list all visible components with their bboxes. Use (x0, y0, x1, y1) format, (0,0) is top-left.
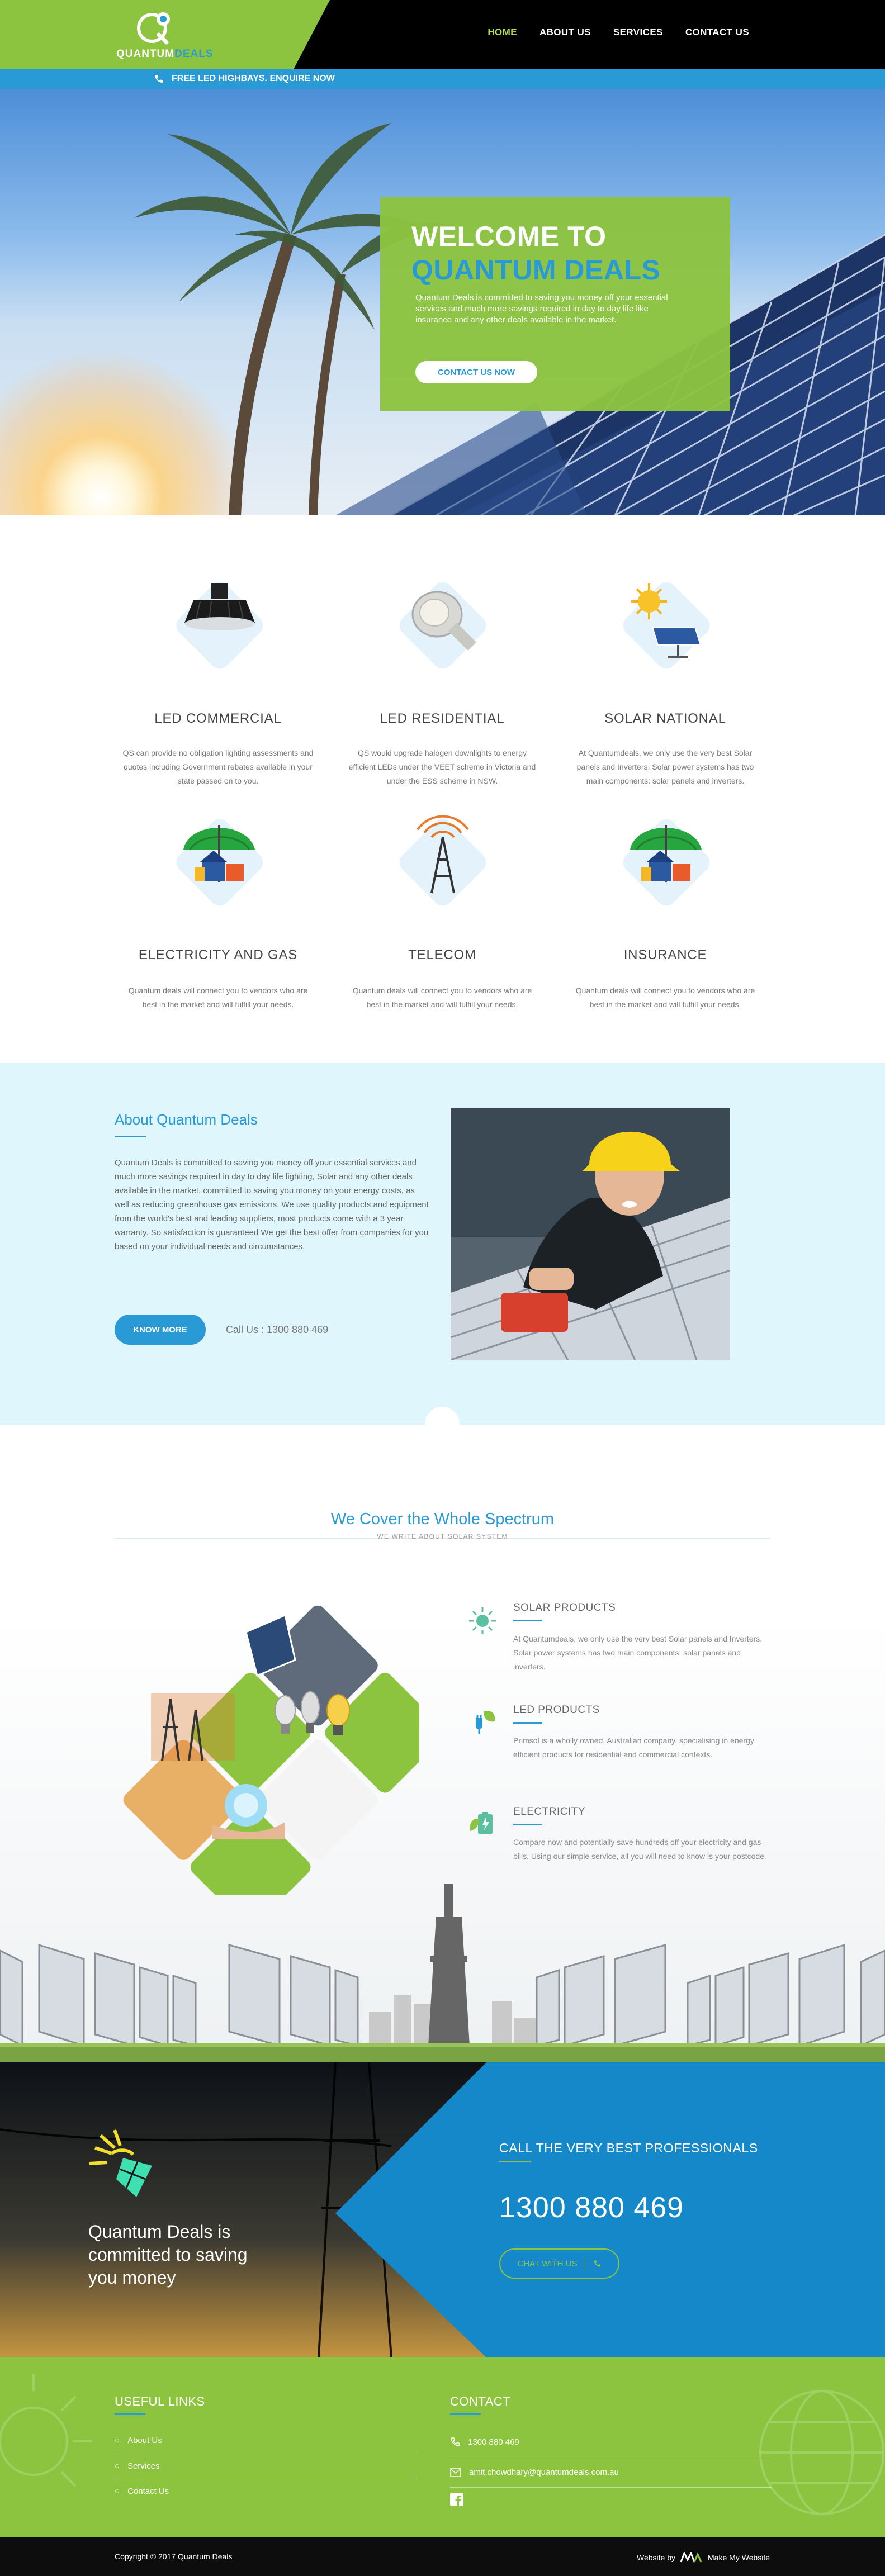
know-more-button[interactable]: KNOW MORE (115, 1315, 206, 1345)
battery-leaf-icon (470, 1812, 493, 1834)
downlight-bulb-icon (399, 582, 486, 669)
phone-icon (154, 75, 163, 83)
phone-icon (451, 2437, 460, 2446)
about-call-text: Call Us : 1300 880 469 (226, 1324, 329, 1335)
about-title: About Quantum Deals (115, 1111, 258, 1128)
envelope-icon (450, 2468, 461, 2477)
energy-diamond-collage (123, 1605, 419, 1895)
service-title-led-residential: LED RESIDENTIAL (380, 711, 505, 726)
umbrella-house-icon (176, 819, 263, 906)
footer-link-services[interactable]: ○ Services (115, 2461, 160, 2471)
spectrum-title: We Cover the Whole Spectrum (330, 1510, 555, 1528)
feature-text-led-products: Primsol is a wholly owned, Australian co… (513, 1736, 754, 1759)
made-by-name: Make My Website (708, 2553, 770, 2562)
footer-link-label: Contact Us (127, 2487, 169, 2496)
telecom-tower-icon (399, 815, 486, 906)
useful-links-title: USEFUL LINKS (115, 2394, 205, 2408)
feature-underline (513, 1824, 542, 1825)
made-by-credit[interactable]: Website by Make My Website (637, 2552, 770, 2563)
hero-description: Quantum Deals is committed to saving you… (415, 293, 668, 325)
chat-with-us-label: CHAT WITH US (517, 2259, 578, 2269)
service-text-solar-national: At Quantumdeals, we only use the very be… (576, 748, 754, 785)
footer-link-about-us[interactable]: ○ About Us (115, 2436, 162, 2445)
main-nav: HOME ABOUT US SERVICES CONTACT US (488, 27, 749, 38)
callout-heading: CALL THE VERY BEST PROFESSIONALS (499, 2141, 758, 2155)
logo-word-deals: DEALS (174, 48, 214, 60)
page: QUANTUMDEALS HOME ABOUT US SERVICES CONT… (0, 0, 885, 2576)
facebook-icon[interactable] (450, 2493, 463, 2506)
hero-title-line1: WELCOME TO (411, 221, 607, 252)
about-text: Quantum Deals is committed to saving you… (115, 1158, 429, 1251)
make-my-website-logo-icon (680, 2552, 702, 2563)
nav-contact-us[interactable]: CONTACT US (685, 27, 749, 38)
promo-link[interactable]: FREE LED HIGHBAYS. ENQUIRE NOW (154, 74, 335, 84)
feature-text-electricity: Compare now and potentially save hundred… (513, 1838, 766, 1861)
feature-title-electricity: ELECTRICITY (513, 1806, 586, 1818)
footer-email-text: amit.chowdhary@quantumdeals.com.au (469, 2468, 619, 2477)
nav-about-us[interactable]: ABOUT US (539, 27, 591, 38)
feature-title-led-products: LED PRODUCTS (513, 1704, 600, 1716)
solar-sun-logo-icon (89, 2129, 152, 2197)
bullet-icon: ○ (115, 2461, 120, 2471)
callout-tagline: Quantum Deals is committed to saving you… (88, 2222, 248, 2288)
footer-link-label: Services (127, 2461, 160, 2471)
service-text-led-residential: QS would upgrade halogen downlights to e… (348, 748, 536, 785)
promo-bar (0, 69, 885, 89)
service-title-insurance: INSURANCE (623, 947, 707, 962)
useful-links-underline (115, 2413, 145, 2415)
spectrum-subtitle: WE WRITE ABOUT SOLAR SYSTEM (377, 1533, 508, 1540)
callout-phone-number[interactable]: 1300 880 469 (499, 2191, 684, 2224)
made-by-prefix: Website by (637, 2553, 675, 2562)
callout-heading-underline (499, 2161, 531, 2162)
footer-decoration (0, 2374, 884, 2515)
nav-home[interactable]: HOME (488, 27, 517, 38)
feature-text-solar-products: At Quantumdeals, we only use the very be… (513, 1634, 763, 1671)
service-title-electricity-gas: ELECTRICITY AND GAS (138, 947, 298, 962)
promo-text: FREE LED HIGHBAYS. ENQUIRE NOW (172, 74, 335, 83)
footer-phone-text: 1300 880 469 (468, 2437, 519, 2447)
feature-underline (513, 1620, 542, 1621)
copyright-text: Copyright © 2017 Quantum Deals (115, 2552, 233, 2561)
service-text-led-commercial: QS can provide no obligation lighting as… (122, 748, 314, 785)
service-text-electricity-gas: Quantum deals will connect you to vendor… (128, 986, 308, 1009)
phone-icon (594, 2260, 601, 2267)
worker-solar-photo (451, 1108, 730, 1360)
quantum-logo-icon[interactable] (134, 8, 173, 47)
hero-title-line2: QUANTUM DEALS (411, 254, 661, 286)
footer-separator (450, 2487, 772, 2488)
bullet-icon: ○ (115, 2487, 120, 2496)
plug-leaf-icon (476, 1711, 495, 1734)
nav-services[interactable]: SERVICES (613, 27, 663, 38)
footer-phone[interactable]: 1300 880 469 (450, 2437, 519, 2447)
sun-icon (469, 1607, 496, 1634)
chat-with-us-button[interactable]: CHAT WITH US (499, 2248, 619, 2279)
service-title-led-commercial: LED COMMERCIAL (154, 711, 282, 726)
feature-underline (513, 1722, 542, 1724)
contact-us-now-button[interactable]: CONTACT US NOW (415, 361, 537, 383)
service-text-telecom: Quantum deals will connect you to vendor… (352, 986, 532, 1009)
solar-panel-sun-icon (623, 582, 710, 669)
footer-link-contact-us[interactable]: ○ Contact Us (115, 2487, 169, 2496)
footer-link-label: About Us (127, 2436, 162, 2445)
logo-word-quantum: QUANTUM (116, 48, 175, 60)
feature-title-solar-products: SOLAR PRODUCTS (513, 1602, 616, 1614)
contact-title: CONTACT (450, 2394, 511, 2408)
contact-title-underline (450, 2413, 481, 2415)
bullet-icon: ○ (115, 2436, 120, 2445)
solar-farm-illustration (0, 1884, 885, 2062)
highbay-light-icon (176, 582, 263, 669)
service-title-telecom: TELECOM (408, 947, 476, 962)
logo-text[interactable]: QUANTUMDEALS (116, 48, 214, 60)
site-footer (0, 2357, 885, 2537)
service-title-solar-national: SOLAR NATIONAL (604, 711, 726, 726)
footer-email[interactable]: amit.chowdhary@quantumdeals.com.au (450, 2468, 619, 2477)
umbrella-house-icon (623, 819, 710, 906)
service-text-insurance: Quantum deals will connect you to vendor… (575, 986, 755, 1009)
about-title-underline (115, 1136, 146, 1137)
